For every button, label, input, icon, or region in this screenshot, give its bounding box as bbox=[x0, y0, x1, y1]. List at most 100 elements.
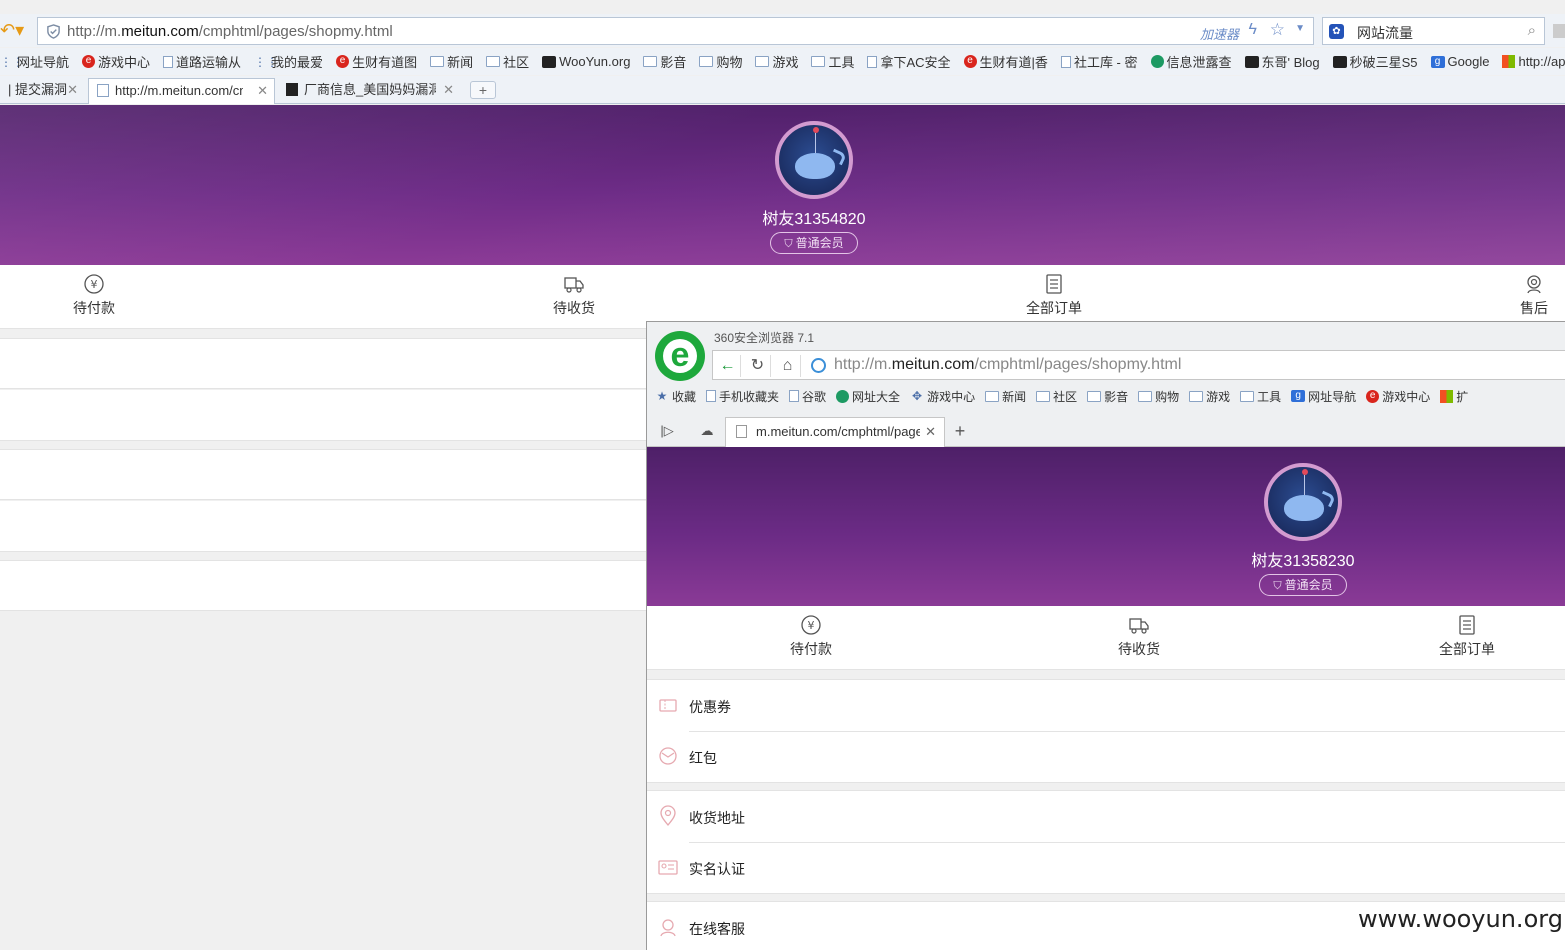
bookmark-item[interactable]: ✥ 游戏中心 bbox=[910, 388, 975, 405]
bookmark-item[interactable]: 新闻 bbox=[430, 52, 473, 71]
bookmark-item[interactable]: 社区 bbox=[1036, 388, 1077, 405]
nav-all-orders[interactable]: 全部订单 bbox=[1417, 614, 1517, 659]
bookmark-item[interactable]: 影音 bbox=[643, 52, 686, 71]
bookmark-label: 新闻 bbox=[1002, 389, 1027, 404]
nav-pending-payment[interactable]: ¥ 待付款 bbox=[44, 273, 144, 318]
nav-after-sales[interactable]: 售后 bbox=[1484, 273, 1565, 318]
menu-item-coupon[interactable]: 优惠券 bbox=[647, 680, 1565, 731]
home-icon[interactable]: ⌂ bbox=[775, 355, 801, 377]
browser2-url-field[interactable]: http://m.meitun.com/cmphtml/pages/shopmy… bbox=[834, 356, 1181, 374]
bolt-icon[interactable]: ϟ bbox=[1249, 21, 1257, 39]
bookmark-item[interactable]: WooYun.org bbox=[542, 54, 630, 69]
shield-icon: ⛉ bbox=[1273, 580, 1282, 592]
bookmark-item[interactable]: 游戏 bbox=[755, 52, 798, 71]
bookmark-item[interactable]: 新闻 bbox=[985, 388, 1026, 405]
star-icon[interactable]: ☆ bbox=[1270, 20, 1285, 40]
green-icon bbox=[836, 389, 850, 403]
watermark: www.wooyun.org bbox=[1358, 905, 1563, 933]
bookmark-label: 秒破三星S5 bbox=[1349, 55, 1418, 70]
tab-submit-vuln[interactable]: | 提交漏洞 ✕ bbox=[0, 78, 84, 104]
avatar[interactable] bbox=[775, 121, 853, 199]
chevron-down-icon[interactable]: ▼ bbox=[1295, 23, 1305, 34]
bookmark-item[interactable]: 扩 bbox=[1440, 388, 1468, 405]
bookmark-item[interactable]: http://app bbox=[1502, 54, 1565, 69]
new-tab-button[interactable]: + bbox=[470, 81, 496, 99]
menu-item-real-name[interactable]: 实名认证 bbox=[647, 842, 1565, 893]
accelerator-button[interactable]: 加速器 bbox=[1200, 24, 1239, 43]
bookmark-item[interactable]: 信息泄露查 bbox=[1150, 52, 1232, 71]
balloon-icon bbox=[1302, 469, 1308, 475]
bookmark-item[interactable]: 工具 bbox=[811, 52, 854, 71]
back-arrow-icon[interactable]: ↶▾ bbox=[0, 21, 28, 41]
tab-vendor-info[interactable]: 厂商信息_美国妈妈漏洞列表 ✕ bbox=[278, 78, 460, 104]
bookmark-item[interactable]: g Google bbox=[1430, 54, 1490, 69]
bookmark-item[interactable]: ⋮⋮ 网址导航 bbox=[0, 52, 69, 71]
bookmark-label: 社区 bbox=[1053, 389, 1078, 404]
browser1-search-field[interactable]: ✿ 网站流量 ⌕ bbox=[1322, 17, 1545, 45]
balloon-icon bbox=[813, 127, 819, 133]
cloud-icon[interactable]: ☁ bbox=[697, 422, 717, 440]
bookmark-label: 游戏 bbox=[1206, 389, 1231, 404]
order-nav: ¥ 待付款 待收货 全部订单 bbox=[647, 606, 1565, 670]
tab-label: | 提交漏洞 bbox=[8, 82, 67, 97]
bookmark-label: 游戏中心 bbox=[98, 55, 151, 70]
svg-text:¥: ¥ bbox=[808, 619, 815, 632]
bookmark-item[interactable]: 东哥' Blog bbox=[1244, 52, 1320, 71]
bookmark-item[interactable]: e 生财有道图 bbox=[336, 52, 417, 71]
bookmark-item[interactable]: 影音 bbox=[1087, 388, 1128, 405]
bookmark-item[interactable]: ⋮⋮ 我的最爱 bbox=[254, 52, 323, 71]
list-icon bbox=[1459, 615, 1475, 635]
back-arrow-icon[interactable]: ← bbox=[715, 355, 741, 377]
bookmark-label: 工具 bbox=[828, 55, 855, 70]
bookmark-label: 购物 bbox=[1155, 389, 1180, 404]
tab-meitun-shopmy[interactable]: m.meitun.com/cmphtml/pages/shopmy.html ✕ bbox=[725, 417, 945, 447]
tab-meitun-shopmy[interactable]: http://m.meitun.com/cmphtml/pages/shopmy… bbox=[88, 78, 275, 104]
menu-item-label: 在线客服 bbox=[689, 921, 745, 937]
close-icon[interactable]: ✕ bbox=[443, 78, 454, 102]
sidebar-toggle-icon[interactable]: |▷ bbox=[657, 422, 677, 440]
close-icon[interactable]: ✕ bbox=[67, 78, 78, 102]
bookmark-item[interactable]: e 游戏中心 bbox=[82, 52, 150, 71]
bookmark-item[interactable]: 购物 bbox=[1138, 388, 1179, 405]
menu-item-shipping-address[interactable]: 收货地址 bbox=[647, 791, 1565, 842]
bookmark-item[interactable]: 拿下AC安全 bbox=[867, 52, 951, 71]
avatar[interactable] bbox=[1264, 463, 1342, 541]
bookmark-item[interactable]: 工具 bbox=[1240, 388, 1281, 405]
bookmark-label: 游戏 bbox=[772, 55, 799, 70]
bookmark-item[interactable]: 道路运输从 bbox=[163, 52, 241, 71]
nav-pending-payment[interactable]: ¥ 待付款 bbox=[761, 614, 861, 659]
reload-icon[interactable]: ↻ bbox=[745, 355, 771, 377]
bookmark-item[interactable]: 购物 bbox=[699, 52, 742, 71]
bookmark-item[interactable]: 游戏 bbox=[1189, 388, 1230, 405]
folder-icon bbox=[1138, 390, 1153, 402]
menu-item-red-packet[interactable]: 红包 bbox=[647, 731, 1565, 782]
svg-text:¥: ¥ bbox=[91, 278, 98, 291]
bookmark-label: 东哥' Blog bbox=[1261, 55, 1320, 70]
bookmark-item[interactable]: 社区 bbox=[486, 52, 529, 71]
menu-icon[interactable] bbox=[1553, 24, 1565, 38]
bookmark-item[interactable]: 手机收藏夹 bbox=[706, 388, 779, 405]
search-icon[interactable]: ⌕ bbox=[1528, 22, 1536, 39]
bookmark-label: Google bbox=[1447, 54, 1490, 69]
bookmark-item[interactable]: e 游戏中心 bbox=[1366, 388, 1430, 405]
menu-group-wallet: 优惠券 红包 bbox=[647, 679, 1565, 783]
search-text: 网站流量 bbox=[1357, 25, 1413, 41]
bookmark-item[interactable]: 网址大全 bbox=[836, 388, 900, 405]
menu-group-account: 收货地址 实名认证 bbox=[647, 790, 1565, 894]
member-badge: ⛉ 普通会员 bbox=[770, 232, 858, 254]
nav-pending-receipt[interactable]: 待收货 bbox=[1089, 614, 1189, 659]
close-icon[interactable]: ✕ bbox=[257, 79, 268, 103]
bookmark-item[interactable]: g 网址导航 bbox=[1291, 388, 1356, 405]
close-icon[interactable]: ✕ bbox=[925, 418, 936, 446]
bookmark-item[interactable]: e 生财有道|香 bbox=[963, 52, 1048, 71]
nav-pending-receipt[interactable]: 待收货 bbox=[524, 273, 624, 318]
nav-all-orders[interactable]: 全部订单 bbox=[1004, 273, 1104, 318]
tab-label: 厂商信息_美国妈妈漏洞列表 bbox=[304, 82, 436, 97]
bookmark-item[interactable]: 秒破三星S5 bbox=[1332, 52, 1418, 71]
bookmark-item[interactable]: 谷歌 bbox=[789, 388, 826, 405]
new-tab-button[interactable]: + bbox=[949, 421, 971, 443]
bookmark-item[interactable]: ★ 收藏 bbox=[655, 388, 696, 405]
bookmark-label: 游戏中心 bbox=[927, 389, 976, 404]
bookmark-item[interactable]: 社工库 - 密 bbox=[1060, 52, 1138, 71]
browser1-url-field[interactable]: http://m.meitun.com/cmphtml/pages/shopmy… bbox=[37, 17, 1314, 45]
